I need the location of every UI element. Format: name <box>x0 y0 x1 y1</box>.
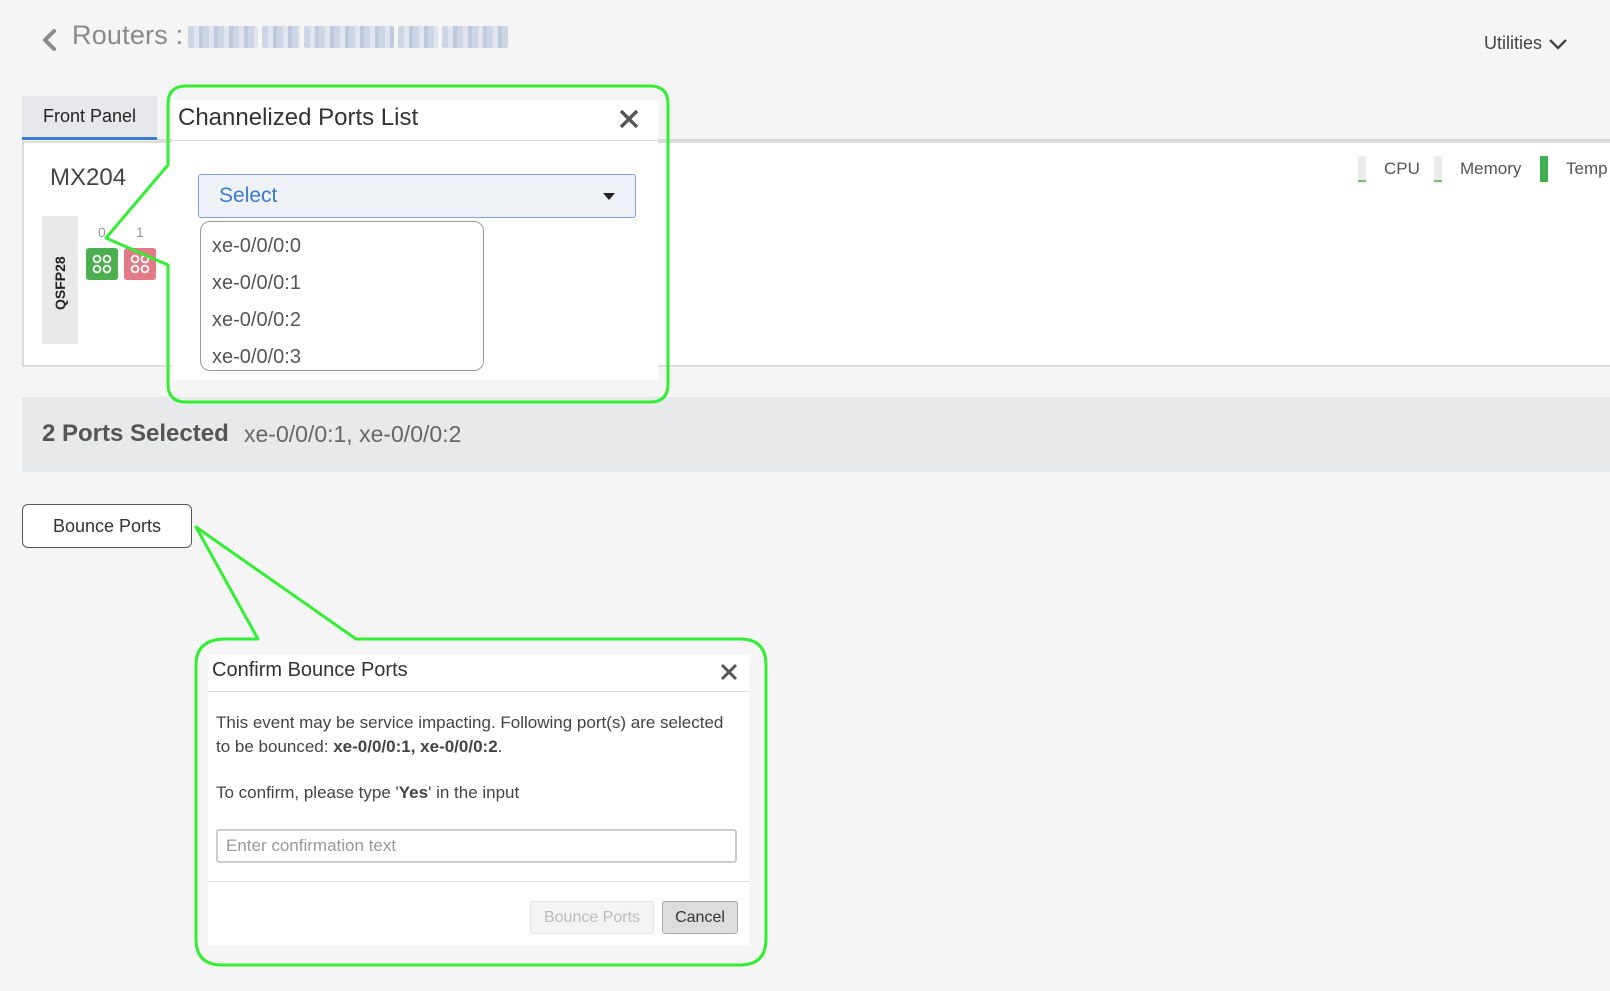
cpu-level-bar <box>1358 156 1366 182</box>
option-item[interactable]: xe-0/0/0:2 <box>201 302 483 339</box>
caret-down-icon <box>603 192 615 200</box>
channelized-port-icon <box>92 254 112 274</box>
confirmation-input[interactable] <box>216 829 737 863</box>
instruction-text: To confirm, please type ' <box>216 783 399 802</box>
page-title: Routers : <box>72 20 184 50</box>
temp-level-bar <box>1540 156 1548 182</box>
router-model: MX204 <box>50 164 127 191</box>
confirm-bounce-button[interactable]: Bounce Ports <box>530 901 654 934</box>
channelized-port-icon <box>130 254 150 274</box>
legend-temp: Temp <box>1540 156 1608 182</box>
channel-port-select[interactable]: Select <box>198 174 636 218</box>
chevron-down-icon <box>1549 38 1567 50</box>
warning-ports: xe-0/0/0:1, xe-0/0/0:2 <box>333 737 498 756</box>
close-icon[interactable] <box>720 663 738 681</box>
legend-memory: Memory <box>1434 156 1521 182</box>
router-name-redacted <box>188 22 520 52</box>
cancel-button[interactable]: Cancel <box>662 901 738 934</box>
dialog-title: Confirm Bounce Ports <box>212 659 408 681</box>
instruction-keyword: Yes <box>398 783 429 802</box>
tab-front-panel[interactable]: Front Panel <box>22 96 157 140</box>
close-icon[interactable] <box>618 108 640 130</box>
option-item[interactable]: xe-0/0/0:3 <box>201 339 483 376</box>
instruction-suffix: ' in the input <box>428 783 520 802</box>
warning-suffix: . <box>497 737 503 756</box>
dialog-message: This event may be service impacting. Fol… <box>216 711 736 805</box>
bounce-ports-button[interactable]: Bounce Ports <box>22 504 192 548</box>
channel-port-options: xe-0/0/0:0 xe-0/0/0:1 xe-0/0/0:2 xe-0/0/… <box>200 221 484 371</box>
port-group-label: QSFP28 <box>52 256 68 310</box>
confirm-instruction: To confirm, please type 'Yes' in the inp… <box>216 781 736 805</box>
legend-temp-label: Temp <box>1566 159 1608 178</box>
port-index: 1 <box>136 224 144 240</box>
utilities-menu[interactable]: Utilities <box>1484 33 1568 54</box>
selected-count: 2 Ports Selected <box>42 420 229 447</box>
dialog-title: Channelized Ports List <box>178 104 419 131</box>
port-1-tile[interactable] <box>124 248 156 280</box>
page: Routers : Utilities Front Panel MX204 QS… <box>0 0 1610 991</box>
legend-cpu-label: CPU <box>1384 159 1420 178</box>
port-0-tile[interactable] <box>86 248 118 280</box>
selected-ports-list: xe-0/0/0:1, xe-0/0/0:2 <box>244 421 462 447</box>
memory-level-bar <box>1434 156 1442 182</box>
channelized-ports-dialog: Channelized Ports List Select xe-0/0/0:0… <box>172 100 658 380</box>
port-index: 0 <box>98 224 106 240</box>
impact-warning: This event may be service impacting. Fol… <box>216 711 736 759</box>
dialog-divider <box>208 881 750 882</box>
option-item[interactable]: xe-0/0/0:1 <box>201 265 483 302</box>
dialog-divider <box>208 691 750 692</box>
legend-memory-label: Memory <box>1460 159 1522 178</box>
chevron-left-icon[interactable] <box>40 28 60 52</box>
option-item[interactable]: xe-0/0/0:0 <box>201 228 483 265</box>
select-value: Select <box>219 184 278 207</box>
utilities-label: Utilities <box>1483 33 1542 53</box>
dialog-divider <box>172 140 658 141</box>
legend-cpu: CPU <box>1358 156 1420 182</box>
confirm-bounce-dialog: Confirm Bounce Ports This event may be s… <box>208 655 750 945</box>
